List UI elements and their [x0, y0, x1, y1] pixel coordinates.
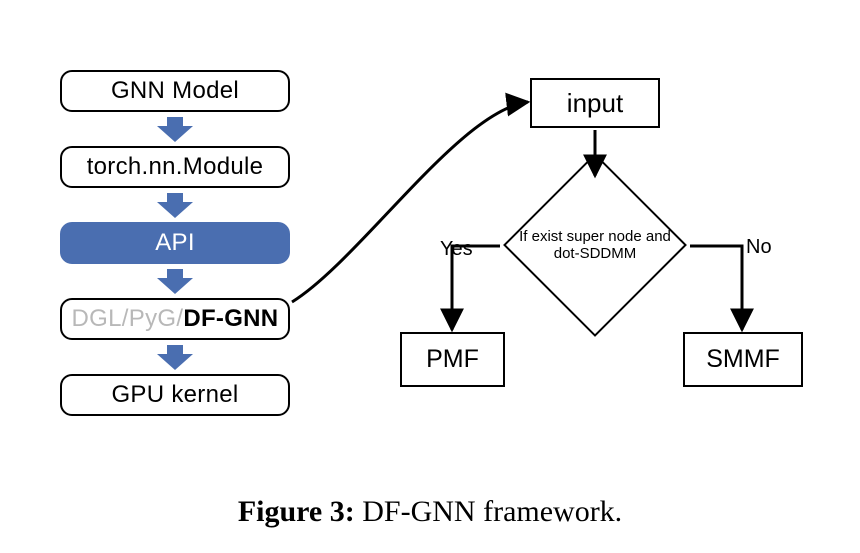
box-torch-module: torch.nn.Module: [60, 146, 290, 188]
label-torch-module: torch.nn.Module: [87, 153, 264, 181]
arrow-head: [157, 278, 193, 294]
box-backends: DGL/PyG/DF-GNN: [60, 298, 290, 340]
label-yes: Yes: [440, 238, 473, 261]
box-gpu-kernel: GPU kernel: [60, 374, 290, 416]
caption-figure-text: DF-GNN framework.: [355, 495, 622, 528]
box-pmf: PMF: [400, 332, 505, 387]
label-pmf: PMF: [426, 345, 479, 374]
label-no: No: [746, 236, 772, 259]
arrow-head: [157, 126, 193, 142]
arrow-head: [157, 354, 193, 370]
label-backends-grey: DGL/PyG/: [72, 305, 184, 333]
label-input: input: [567, 88, 623, 119]
label-backends-bold: DF-GNN: [183, 305, 278, 333]
box-gnn-model: GNN Model: [60, 70, 290, 112]
label-gnn-model: GNN Model: [111, 77, 239, 105]
label-decision: If exist super node and dot-SDDMM: [518, 228, 673, 263]
box-input: input: [530, 78, 660, 128]
decision-diamond: If exist super node and dot-SDDMM: [530, 180, 660, 310]
box-smmf: SMMF: [683, 332, 803, 387]
connector-decision-to-smmf: [690, 246, 742, 330]
label-api: API: [155, 229, 195, 257]
label-smmf: SMMF: [706, 345, 780, 374]
connector-backends-to-input: [292, 102, 528, 302]
caption-figure-label: Figure 3:: [238, 495, 355, 528]
figure-caption: Figure 3: DF-GNN framework.: [0, 495, 860, 529]
arrow-head: [157, 202, 193, 218]
box-api: API: [60, 222, 290, 264]
label-gpu-kernel: GPU kernel: [111, 381, 238, 409]
